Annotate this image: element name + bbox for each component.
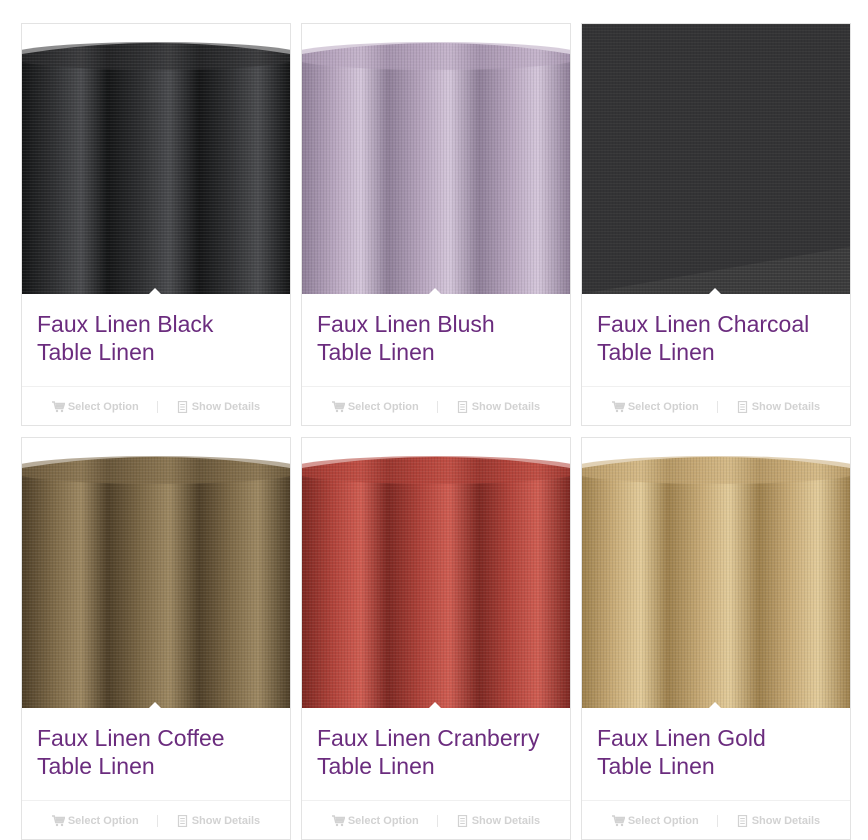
- show-details-button[interactable]: Show Details: [736, 401, 820, 413]
- tablecloth-image: [302, 438, 570, 708]
- product-actions: Select Option Show Details: [22, 800, 290, 839]
- product-card: Faux Linen Cranberry Table Linen Select …: [301, 437, 571, 840]
- image-notch: [148, 288, 162, 295]
- action-divider: [156, 815, 158, 827]
- document-icon: [737, 815, 747, 827]
- product-card: Faux Linen Coffee Table Linen Select Opt…: [21, 437, 291, 840]
- product-image-black[interactable]: [22, 24, 290, 294]
- shopping-cart-icon: [331, 401, 345, 413]
- product-title[interactable]: Faux Linen Cranberry Table Linen: [317, 724, 557, 780]
- tablecloth-image: [582, 24, 850, 294]
- select-option-button[interactable]: Select Option: [331, 815, 419, 827]
- select-option-button[interactable]: Select Option: [331, 401, 419, 413]
- product-image-gold[interactable]: [582, 438, 850, 708]
- product-title[interactable]: Faux Linen Gold Table Linen: [597, 724, 837, 780]
- show-details-button[interactable]: Show Details: [736, 815, 820, 827]
- product-card: Faux Linen Charcoal Table Linen Select O…: [581, 23, 851, 426]
- select-option-button[interactable]: Select Option: [611, 815, 699, 827]
- product-image-cranberry[interactable]: [302, 438, 570, 708]
- product-image-coffee[interactable]: [22, 438, 290, 708]
- product-actions: Select Option Show Details: [582, 800, 850, 839]
- shopping-cart-icon: [611, 401, 625, 413]
- product-actions: Select Option Show Details: [582, 386, 850, 425]
- shopping-cart-icon: [51, 815, 65, 827]
- tablecloth-image: [302, 24, 570, 294]
- product-title[interactable]: Faux Linen Black Table Linen: [37, 310, 277, 366]
- product-image-charcoal[interactable]: [582, 24, 850, 294]
- product-card: Faux Linen Blush Table Linen Select Opti…: [301, 23, 571, 426]
- image-notch: [708, 702, 722, 709]
- select-option-button[interactable]: Select Option: [51, 815, 139, 827]
- show-details-button[interactable]: Show Details: [176, 401, 260, 413]
- product-image-blush[interactable]: [302, 24, 570, 294]
- shopping-cart-icon: [51, 401, 65, 413]
- document-icon: [177, 401, 187, 413]
- show-details-button[interactable]: Show Details: [456, 815, 540, 827]
- image-notch: [708, 288, 722, 295]
- product-title[interactable]: Faux Linen Blush Table Linen: [317, 310, 557, 366]
- action-divider: [436, 815, 438, 827]
- action-divider: [716, 401, 718, 413]
- document-icon: [457, 401, 467, 413]
- image-notch: [428, 702, 442, 709]
- tablecloth-image: [22, 438, 290, 708]
- document-icon: [457, 815, 467, 827]
- product-card: Faux Linen Gold Table Linen Select Optio…: [581, 437, 851, 840]
- product-grid: Faux Linen Black Table Linen Select Opti…: [0, 0, 868, 840]
- product-title[interactable]: Faux Linen Coffee Table Linen: [37, 724, 277, 780]
- shopping-cart-icon: [611, 815, 625, 827]
- shopping-cart-icon: [331, 815, 345, 827]
- product-title[interactable]: Faux Linen Charcoal Table Linen: [597, 310, 837, 366]
- image-notch: [148, 702, 162, 709]
- document-icon: [177, 815, 187, 827]
- action-divider: [156, 401, 158, 413]
- product-card: Faux Linen Black Table Linen Select Opti…: [21, 23, 291, 426]
- product-actions: Select Option Show Details: [302, 386, 570, 425]
- document-icon: [737, 401, 747, 413]
- show-details-button[interactable]: Show Details: [456, 401, 540, 413]
- tablecloth-image: [22, 24, 290, 294]
- action-divider: [436, 401, 438, 413]
- product-actions: Select Option Show Details: [22, 386, 290, 425]
- tablecloth-image: [582, 438, 850, 708]
- action-divider: [716, 815, 718, 827]
- select-option-button[interactable]: Select Option: [611, 401, 699, 413]
- product-actions: Select Option Show Details: [302, 800, 570, 839]
- show-details-button[interactable]: Show Details: [176, 815, 260, 827]
- select-option-button[interactable]: Select Option: [51, 401, 139, 413]
- image-notch: [428, 288, 442, 295]
